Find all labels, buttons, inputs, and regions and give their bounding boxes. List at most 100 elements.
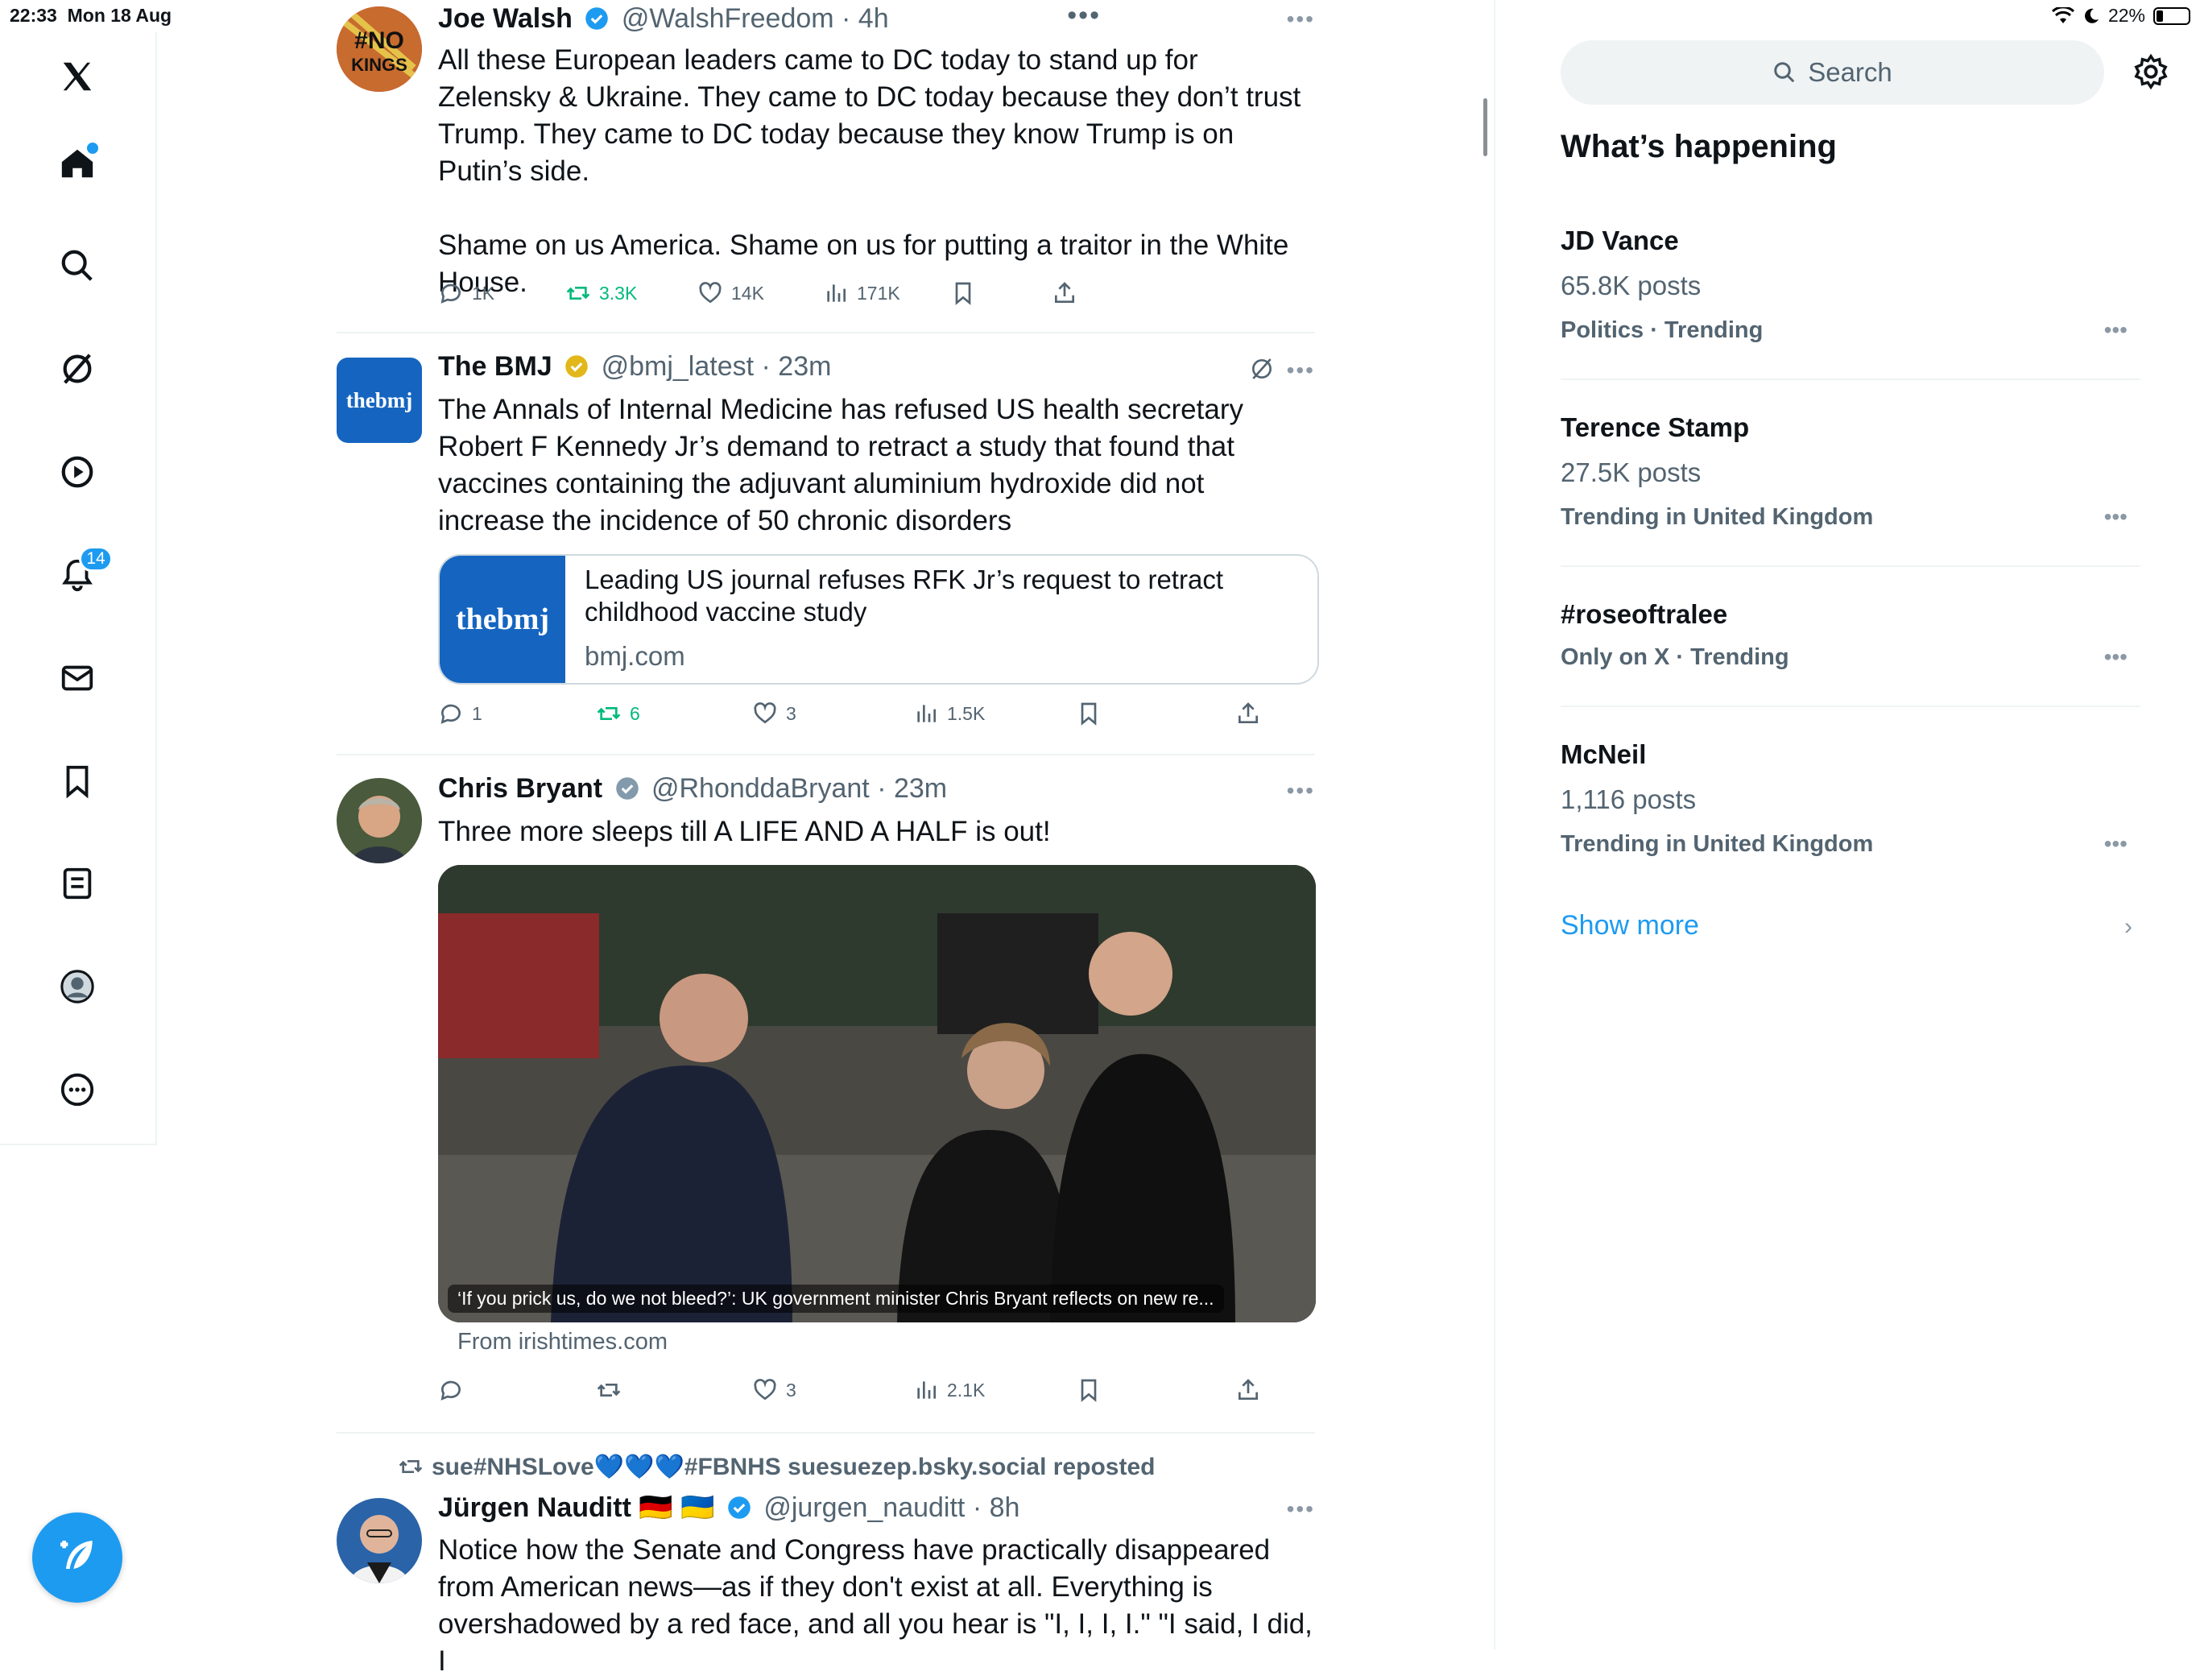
author-name[interactable]: Joe Walsh <box>438 3 573 34</box>
more-icon[interactable] <box>53 1066 101 1114</box>
tweet-more-icon[interactable]: ••• <box>1287 778 1315 804</box>
search-icon <box>1774 62 1795 83</box>
tweet-more-icon[interactable]: ••• <box>1287 6 1315 32</box>
video-icon[interactable] <box>53 448 101 496</box>
author-handle[interactable]: @RhonddaBryant <box>651 773 870 804</box>
views-icon <box>917 705 936 722</box>
heart-icon <box>754 1379 776 1401</box>
grey-verified-badge-icon <box>615 777 639 800</box>
trend-more-icon[interactable]: ••• <box>2104 644 2128 670</box>
trend-more-icon[interactable]: ••• <box>2104 317 2128 343</box>
compose-feather-icon <box>60 1541 93 1569</box>
share-button[interactable] <box>1235 697 1261 730</box>
trend-count: 1,116 posts <box>1561 784 1697 814</box>
like-button[interactable]: 3 <box>752 1374 796 1406</box>
grabber-dots-icon[interactable]: ••• <box>1067 0 1101 31</box>
like-button[interactable]: 14K <box>697 277 764 309</box>
views-button[interactable]: 171K <box>823 277 900 309</box>
clock: 22:33 <box>10 5 57 26</box>
gear-icon[interactable] <box>2132 53 2169 90</box>
trend-more-icon[interactable]: ••• <box>2104 504 2128 530</box>
share-button[interactable] <box>1235 1374 1261 1406</box>
like-button[interactable]: 3 <box>752 697 796 730</box>
compose-post-button[interactable] <box>32 1512 122 1603</box>
avatar[interactable]: thebmj <box>337 358 422 443</box>
reply-button[interactable] <box>438 1374 472 1406</box>
views-button[interactable]: 2.1K <box>913 1374 985 1406</box>
notifications-icon[interactable]: 14 <box>53 546 113 599</box>
avatar-logo-text: thebmj <box>345 387 413 412</box>
author-name[interactable]: The BMJ <box>438 351 552 382</box>
link-card-title: Leading US journal refuses RFK Jr’s requ… <box>585 565 1223 627</box>
link-card[interactable]: thebmj Leading US journal refuses RFK Jr… <box>438 554 1319 685</box>
trend-count: 65.8K posts <box>1561 271 1702 300</box>
trend-title: JD Vance <box>1561 226 1679 255</box>
reply-button[interactable]: 1K <box>438 277 494 309</box>
profile-icon[interactable] <box>53 962 101 1011</box>
svg-text:KINGS: KINGS <box>351 55 407 75</box>
link-card-thumbnail: thebmj <box>440 556 565 683</box>
tweet-header: Chris Bryant @RhonddaBryant · 23m <box>438 773 948 804</box>
trend-category: Only on X · Trending <box>1561 644 1789 670</box>
bookmark-icon <box>1081 702 1097 726</box>
views-button[interactable]: 1.5K <box>913 697 985 730</box>
tweet-more-icon[interactable]: ••• <box>1287 1496 1315 1522</box>
tweet-time[interactable]: 8h <box>990 1492 1020 1523</box>
bookmark-button[interactable] <box>950 277 976 309</box>
link-source[interactable]: From irishtimes.com <box>457 1329 668 1355</box>
trend-title: Terence Stamp <box>1561 412 1750 442</box>
date: Mon 18 Aug <box>67 5 172 26</box>
timeline-feed: #NO KINGS Joe Walsh @WalshFreedom · 4h ••… <box>337 0 1319 1677</box>
tweet-jurgen-nauditt[interactable]: sue#NHSLove💙💙💙#FBNHS suesuezep.bsky.soci… <box>337 1432 1315 1677</box>
grok-icon[interactable] <box>53 345 101 393</box>
trend-item[interactable]: McNeil 1,116 posts Trending in United Ki… <box>1561 731 2140 875</box>
bookmarks-icon[interactable] <box>53 757 101 805</box>
trend-item[interactable]: Terence Stamp 27.5K posts Trending in Un… <box>1561 404 2140 567</box>
messages-icon[interactable] <box>53 654 101 702</box>
tweet-text: Three more sleeps till A LIFE AND A HALF… <box>438 816 1051 847</box>
tweet-bmj[interactable]: thebmj The BMJ @bmj_latest · 23m ••• The… <box>337 332 1319 755</box>
bookmark-button[interactable] <box>1076 697 1102 730</box>
author-name[interactable]: Jürgen Nauditt 🇩🇪 🇺🇦 <box>438 1492 714 1523</box>
share-icon <box>1239 1379 1258 1400</box>
trend-item[interactable]: JD Vance 65.8K posts Politics · Trending… <box>1561 217 2140 380</box>
link-card-domain: bmj.com <box>585 641 685 671</box>
avatar[interactable] <box>337 778 422 863</box>
tweet-text: The Annals of Internal Medicine has refu… <box>438 394 1251 536</box>
author-handle[interactable]: @bmj_latest <box>602 351 754 382</box>
x-logo-icon[interactable] <box>53 52 101 101</box>
repost-button[interactable] <box>596 1374 630 1406</box>
share-button[interactable] <box>1052 277 1077 309</box>
trend-category: Politics · Trending <box>1561 317 1764 343</box>
tweet-text: All these European leaders came to DC to… <box>438 44 1301 298</box>
author-handle[interactable]: @jurgen_nauditt <box>763 1492 965 1523</box>
reply-button[interactable]: 1 <box>438 697 482 730</box>
home-icon[interactable] <box>53 139 101 188</box>
show-more-link[interactable]: Show more <box>1561 910 1699 941</box>
tweet-joe-walsh[interactable]: #NO KINGS Joe Walsh @WalshFreedom · 4h ••… <box>337 0 1315 333</box>
bookmark-button[interactable] <box>1076 1374 1102 1406</box>
media-caption: ‘If you prick us, do we not bleed?’: UK … <box>448 1285 1224 1313</box>
tweet-media-photo[interactable]: ‘If you prick us, do we not bleed?’: UK … <box>438 865 1316 1322</box>
tweet-time[interactable]: 23m <box>778 351 831 382</box>
search-input[interactable]: Search <box>1561 40 2104 105</box>
heart-icon <box>754 702 776 724</box>
grok-icon[interactable] <box>1249 356 1275 382</box>
lists-icon[interactable] <box>53 859 101 908</box>
search-icon[interactable] <box>53 242 101 290</box>
trend-item[interactable]: #roseoftralee Only on X · Trending ••• <box>1561 591 2140 707</box>
gold-verified-badge-icon <box>565 355 588 378</box>
trend-more-icon[interactable]: ••• <box>2104 831 2128 857</box>
author-handle[interactable]: @WalshFreedom <box>622 3 834 34</box>
repost-button[interactable]: 3.3K <box>565 277 637 309</box>
tweet-time[interactable]: 23m <box>894 773 947 804</box>
tweet-more-icon[interactable]: ••• <box>1287 358 1315 383</box>
avatar[interactable] <box>337 1498 422 1583</box>
avatar[interactable]: #NO KINGS <box>337 6 422 92</box>
tweet-time[interactable]: 4h <box>858 3 889 34</box>
reposted-by-text[interactable]: sue#NHSLove💙💙💙#FBNHS suesuezep.bsky.soci… <box>432 1454 1155 1480</box>
feed-scrollbar[interactable] <box>1483 98 1487 156</box>
repost-button[interactable]: 6 <box>596 697 640 730</box>
tweet-chris-bryant[interactable]: Chris Bryant @RhonddaBryant · 23m ••• Th… <box>337 754 1316 1434</box>
author-name[interactable]: Chris Bryant <box>438 773 602 804</box>
